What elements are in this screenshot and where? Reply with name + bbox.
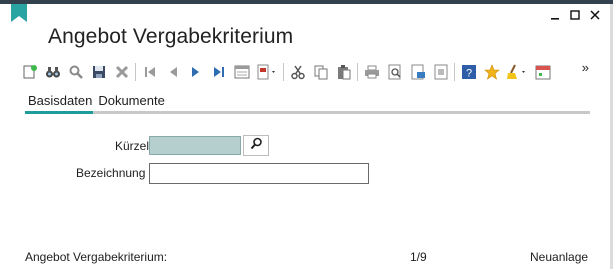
kuerzel-label: Kürzel	[115, 139, 150, 153]
tab-dokumente[interactable]: Dokumente	[95, 93, 167, 110]
favorite-icon[interactable]	[482, 62, 501, 82]
search-icon	[250, 137, 263, 155]
window-top-border	[0, 0, 613, 4]
form-view-icon[interactable]	[232, 62, 251, 82]
binoculars-icon[interactable]	[43, 62, 62, 82]
print-icon[interactable]	[362, 62, 381, 82]
record-position: 1/9	[410, 250, 427, 264]
tab-bar-divider	[25, 111, 590, 114]
cut-icon[interactable]	[288, 62, 307, 82]
status-context: Angebot Vergabekriterium:	[25, 250, 168, 264]
toolbar-separator	[283, 63, 284, 81]
page-setup-icon[interactable]	[431, 62, 450, 82]
window-title: Angebot Vergabekriterium	[48, 25, 294, 48]
clear-dropdown-icon[interactable]	[505, 62, 529, 82]
search-icon[interactable]	[66, 62, 85, 82]
new-record-icon[interactable]	[20, 62, 39, 82]
bookmark-icon[interactable]	[11, 4, 27, 22]
active-tab-indicator	[25, 111, 93, 114]
toolbar-separator	[454, 63, 455, 81]
kuerzel-field[interactable]	[149, 136, 241, 155]
close-button[interactable]	[585, 7, 605, 23]
record-mode: Neuanlage	[530, 250, 589, 264]
bezeichnung-label: Bezeichnung	[76, 166, 146, 180]
toolbar-overflow-button[interactable]: »	[582, 60, 589, 75]
print-preview-icon[interactable]	[385, 62, 404, 82]
toolbar: ?	[20, 61, 556, 83]
calendar-icon[interactable]	[533, 62, 552, 82]
window-controls	[545, 7, 605, 23]
delete-icon[interactable]	[112, 62, 131, 82]
previous-record-icon[interactable]	[163, 62, 182, 82]
tab-basisdaten[interactable]: Basisdaten	[25, 93, 95, 110]
first-record-icon[interactable]	[140, 62, 159, 82]
report-dropdown-icon[interactable]	[255, 62, 279, 82]
toolbar-separator	[357, 63, 358, 81]
export-icon[interactable]	[408, 62, 427, 82]
kuerzel-search-button[interactable]	[243, 135, 269, 156]
copy-icon[interactable]	[311, 62, 330, 82]
maximize-button[interactable]	[565, 7, 585, 23]
minimize-button[interactable]	[545, 7, 565, 23]
last-record-icon[interactable]	[209, 62, 228, 82]
next-record-icon[interactable]	[186, 62, 205, 82]
tab-bar: Basisdaten Dokumente	[25, 93, 168, 110]
save-icon[interactable]	[89, 62, 108, 82]
paste-icon[interactable]	[334, 62, 353, 82]
bezeichnung-field[interactable]	[149, 163, 369, 184]
help-icon[interactable]: ?	[459, 62, 478, 82]
toolbar-separator	[135, 63, 136, 81]
svg-text:?: ?	[465, 68, 471, 80]
